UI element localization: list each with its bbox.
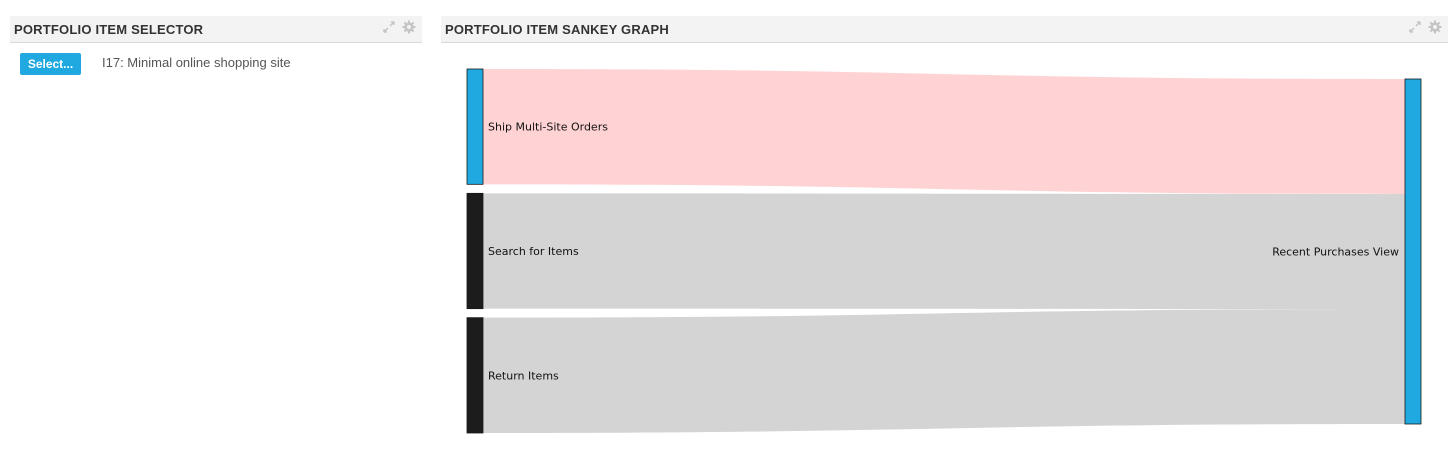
sankey-node-return[interactable] <box>466 317 484 434</box>
sankey-node-label-recent: Recent Purchases View <box>1272 246 1399 259</box>
sankey-node-ship[interactable] <box>466 68 484 185</box>
sankey-link-ship-to-recent[interactable] <box>483 69 1405 194</box>
sankey-node-search[interactable] <box>466 192 484 310</box>
sankey-link-return-to-recent[interactable] <box>483 309 1405 433</box>
sankey-link-search-to-recent[interactable] <box>483 193 1405 309</box>
sankey-node-recent[interactable] <box>1404 78 1422 425</box>
sankey-node-label-return: Return Items <box>488 369 559 382</box>
sankey-node-label-ship: Ship Multi-Site Orders <box>488 121 608 134</box>
sankey-chart: Ship Multi-Site Orders Search for Items Re… <box>466 68 1422 434</box>
sankey-node-label-search: Search for Items <box>488 245 579 258</box>
